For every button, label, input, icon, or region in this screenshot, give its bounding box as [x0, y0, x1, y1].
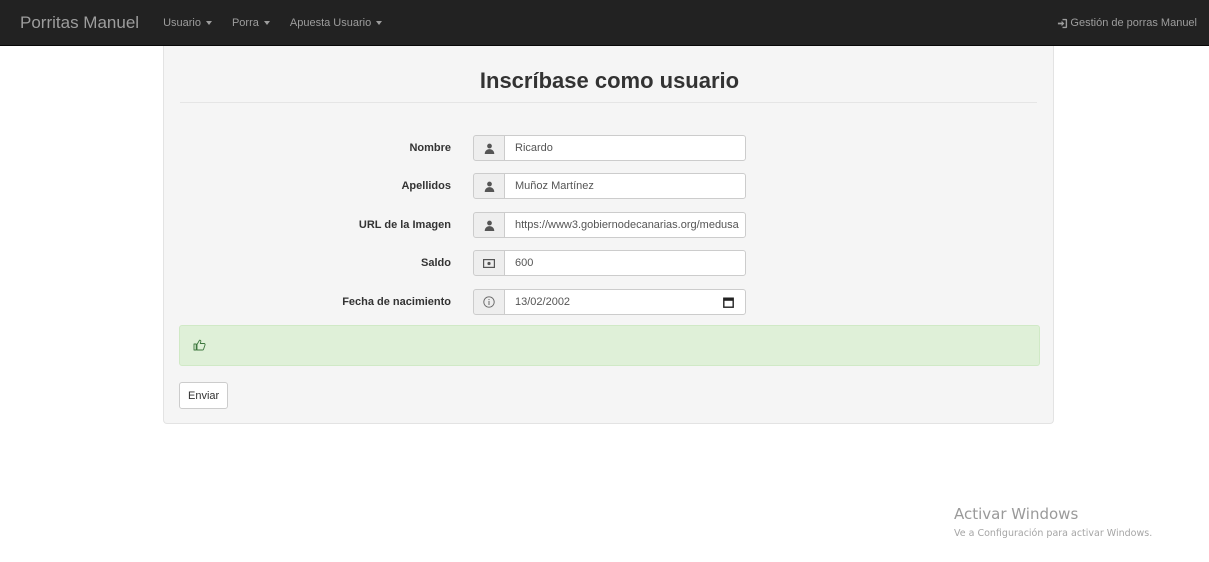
user-icon [484, 181, 494, 192]
info-icon [483, 296, 495, 308]
fecha-nacimiento-label: Fecha de nacimiento [342, 296, 451, 308]
top-navbar: Porritas Manuel Usuario Porra Apuesta Us… [0, 0, 1209, 46]
menu-apuesta-usuario[interactable]: Apuesta Usuario [289, 16, 383, 29]
nombre-input[interactable]: Ricardo [504, 135, 746, 161]
register-form-panel: Inscríbase como usuario Nombre Ricardo A… [163, 46, 1054, 424]
nombre-label: Nombre [409, 142, 451, 154]
apellidos-addon [473, 173, 505, 199]
navbar-brand[interactable]: Porritas Manuel [20, 13, 139, 33]
title-divider [180, 102, 1037, 103]
nombre-addon [473, 135, 505, 161]
gestion-porras-link[interactable]: Gestión de porras Manuel [1057, 0, 1197, 46]
form-row-nombre: Nombre Ricardo [164, 135, 1055, 163]
form-row-fecha-nacimiento: Fecha de nacimiento 13/02/2002 [164, 289, 1055, 317]
activation-watermark-title: Activar Windows [954, 505, 1079, 523]
apellidos-label: Apellidos [401, 180, 451, 192]
money-icon [483, 258, 495, 268]
form-row-saldo: Saldo 600 [164, 250, 1055, 278]
form-row-apellidos: Apellidos Muñoz Martínez [164, 173, 1055, 201]
log-in-icon [1058, 18, 1068, 28]
page-title: Inscríbase como usuario [479, 68, 740, 93]
thumbs-up-icon [193, 339, 206, 351]
fecha-nacimiento-value: 13/02/2002 [515, 296, 571, 308]
user-icon [484, 143, 494, 154]
menu-usuario[interactable]: Usuario [163, 17, 212, 29]
saldo-addon [473, 250, 505, 276]
menu-porra-label: Porra [231, 16, 259, 29]
user-icon [484, 220, 494, 231]
menu-apuesta-usuario-label: Apuesta Usuario [289, 16, 372, 29]
apellidos-input[interactable]: Muñoz Martínez [504, 173, 746, 199]
form-row-url-imagen: URL de la Imagen https://www3.gobiernode… [164, 212, 1055, 240]
fecha-nacimiento-addon [473, 289, 505, 315]
saldo-label: Saldo [421, 257, 451, 269]
menu-porra[interactable]: Porra [232, 17, 270, 29]
success-alert [179, 325, 1040, 366]
caret-down-icon [376, 20, 383, 25]
url-imagen-label: URL de la Imagen [358, 219, 451, 231]
activation-watermark-subtitle: Ve a Configuración para activar Windows. [954, 528, 1153, 539]
gestion-porras-label: Gestión de porras Manuel [1070, 17, 1197, 29]
url-imagen-addon [473, 212, 505, 238]
url-imagen-input[interactable]: https://www3.gobiernodecanarias.org/medu… [504, 212, 746, 238]
caret-down-icon [263, 20, 270, 25]
fecha-nacimiento-input[interactable]: 13/02/2002 [504, 289, 746, 315]
menu-usuario-label: Usuario [163, 16, 201, 29]
enviar-button[interactable]: Enviar [179, 382, 229, 409]
saldo-input[interactable]: 600 [504, 250, 746, 276]
calendar-icon[interactable] [723, 297, 734, 308]
caret-down-icon [205, 20, 212, 25]
